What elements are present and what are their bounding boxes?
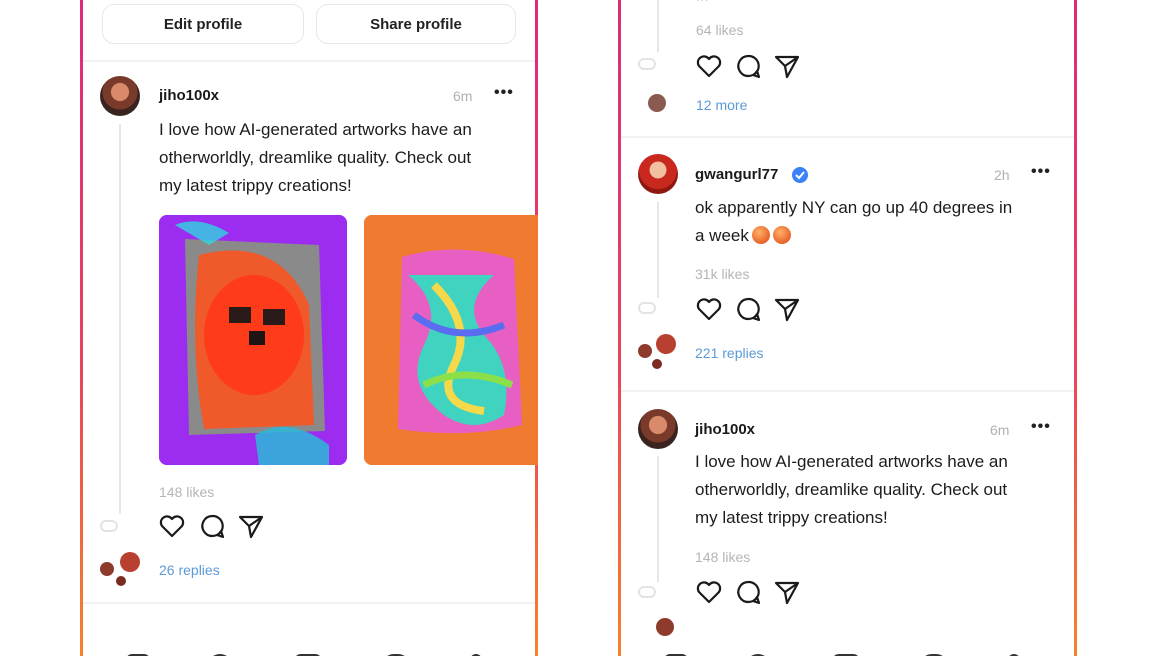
post-username[interactable]: jiho100x [159, 87, 219, 104]
post-replies-link[interactable]: 26 replies [159, 562, 220, 578]
more-options-icon[interactable]: ••• [1031, 163, 1051, 181]
post-text-line: otherworldly, dreamlike quality. Check o… [159, 148, 472, 167]
more-options-icon[interactable]: ••• [1031, 418, 1051, 436]
clipped-post-text: ... [696, 0, 709, 5]
post-username[interactable]: gwangurl77 [695, 166, 778, 183]
more-options-icon[interactable]: ••• [494, 84, 514, 102]
thread-line [657, 0, 659, 52]
heart-icon[interactable] [695, 295, 723, 323]
bottom-navigation [80, 644, 538, 656]
post-text-line: I love how AI-generated artworks have an [159, 120, 472, 139]
reply-avatar [116, 576, 126, 586]
post-time: 2h [994, 167, 1010, 183]
bottom-navigation [618, 644, 1077, 656]
avatar[interactable] [638, 154, 678, 194]
hot-face-emoji-icon [772, 226, 791, 244]
post-replies-link[interactable]: 221 replies [695, 345, 764, 361]
right-phone-border-left [618, 0, 621, 656]
reply-avatar [638, 344, 652, 358]
post-text-line: ok apparently NY can go up 40 degrees in [695, 198, 1013, 217]
heart-icon[interactable] [695, 52, 723, 80]
post-likes[interactable]: 148 likes [695, 549, 750, 565]
reply-avatar [652, 359, 662, 369]
avatar[interactable] [638, 409, 678, 449]
thread-line [657, 202, 659, 298]
post-text: I love how AI-generated artworks have an… [159, 116, 519, 200]
avatar[interactable] [100, 76, 140, 116]
comment-icon[interactable] [734, 295, 762, 323]
hot-face-emoji-icon [751, 226, 770, 244]
post-username[interactable]: jiho100x [695, 421, 755, 438]
thread-line [657, 456, 659, 582]
post-text-line: my latest trippy creations! [695, 508, 888, 527]
reply-avatar [100, 562, 114, 576]
thread-end-marker [100, 520, 118, 532]
right-phone-border-right [1074, 0, 1077, 656]
reply-avatar [120, 552, 140, 572]
post-text-line: I love how AI-generated artworks have an [695, 452, 1008, 471]
divider [621, 136, 1074, 138]
reply-avatar [656, 618, 674, 636]
portrait-artwork [159, 215, 347, 465]
comment-icon[interactable] [734, 578, 762, 606]
heart-icon[interactable] [158, 512, 186, 540]
reply-avatar [656, 334, 676, 354]
share-icon[interactable] [773, 295, 801, 323]
divider [83, 60, 535, 62]
post-text: I love how AI-generated artworks have an… [695, 448, 1065, 532]
verified-badge-icon [792, 167, 808, 183]
share-icon[interactable] [773, 578, 801, 606]
post-likes[interactable]: 64 likes [696, 22, 743, 38]
more-replies-link[interactable]: 12 more [696, 97, 747, 113]
left-phone-border-left [80, 0, 83, 656]
post-time: 6m [453, 88, 473, 104]
post-likes[interactable]: 31k likes [695, 266, 749, 282]
share-icon[interactable] [237, 512, 265, 540]
reply-avatar [648, 94, 666, 112]
divider [83, 602, 535, 604]
comment-icon[interactable] [734, 52, 762, 80]
comment-icon[interactable] [198, 512, 226, 540]
share-icon[interactable] [773, 52, 801, 80]
edit-profile-button[interactable]: Edit profile [102, 4, 304, 44]
post-image-abstract[interactable] [364, 215, 538, 465]
thread-end-marker [638, 58, 656, 70]
post-text-line: otherworldly, dreamlike quality. Check o… [695, 480, 1008, 499]
post-text-line: my latest trippy creations! [159, 176, 352, 195]
abstract-artwork [364, 215, 538, 465]
post-image-portrait[interactable] [159, 215, 347, 465]
thread-end-marker [638, 586, 656, 598]
checkmark-icon [795, 171, 805, 180]
heart-icon[interactable] [695, 578, 723, 606]
right-phone-screen: ... 64 likes 12 more gwangurl77 2h ••• o… [618, 0, 1077, 656]
post-time: 6m [990, 422, 1010, 438]
post-text-fragment: a week [695, 226, 749, 245]
thread-end-marker [638, 302, 656, 314]
share-profile-button[interactable]: Share profile [316, 4, 516, 44]
thread-line [119, 124, 121, 514]
divider [621, 390, 1074, 392]
left-phone-screen: Edit profile Share profile jiho100x 6m •… [80, 0, 538, 656]
post-likes[interactable]: 148 likes [159, 484, 214, 500]
post-text: ok apparently NY can go up 40 degrees in… [695, 194, 1065, 250]
post-text-line: a week [695, 222, 1065, 250]
